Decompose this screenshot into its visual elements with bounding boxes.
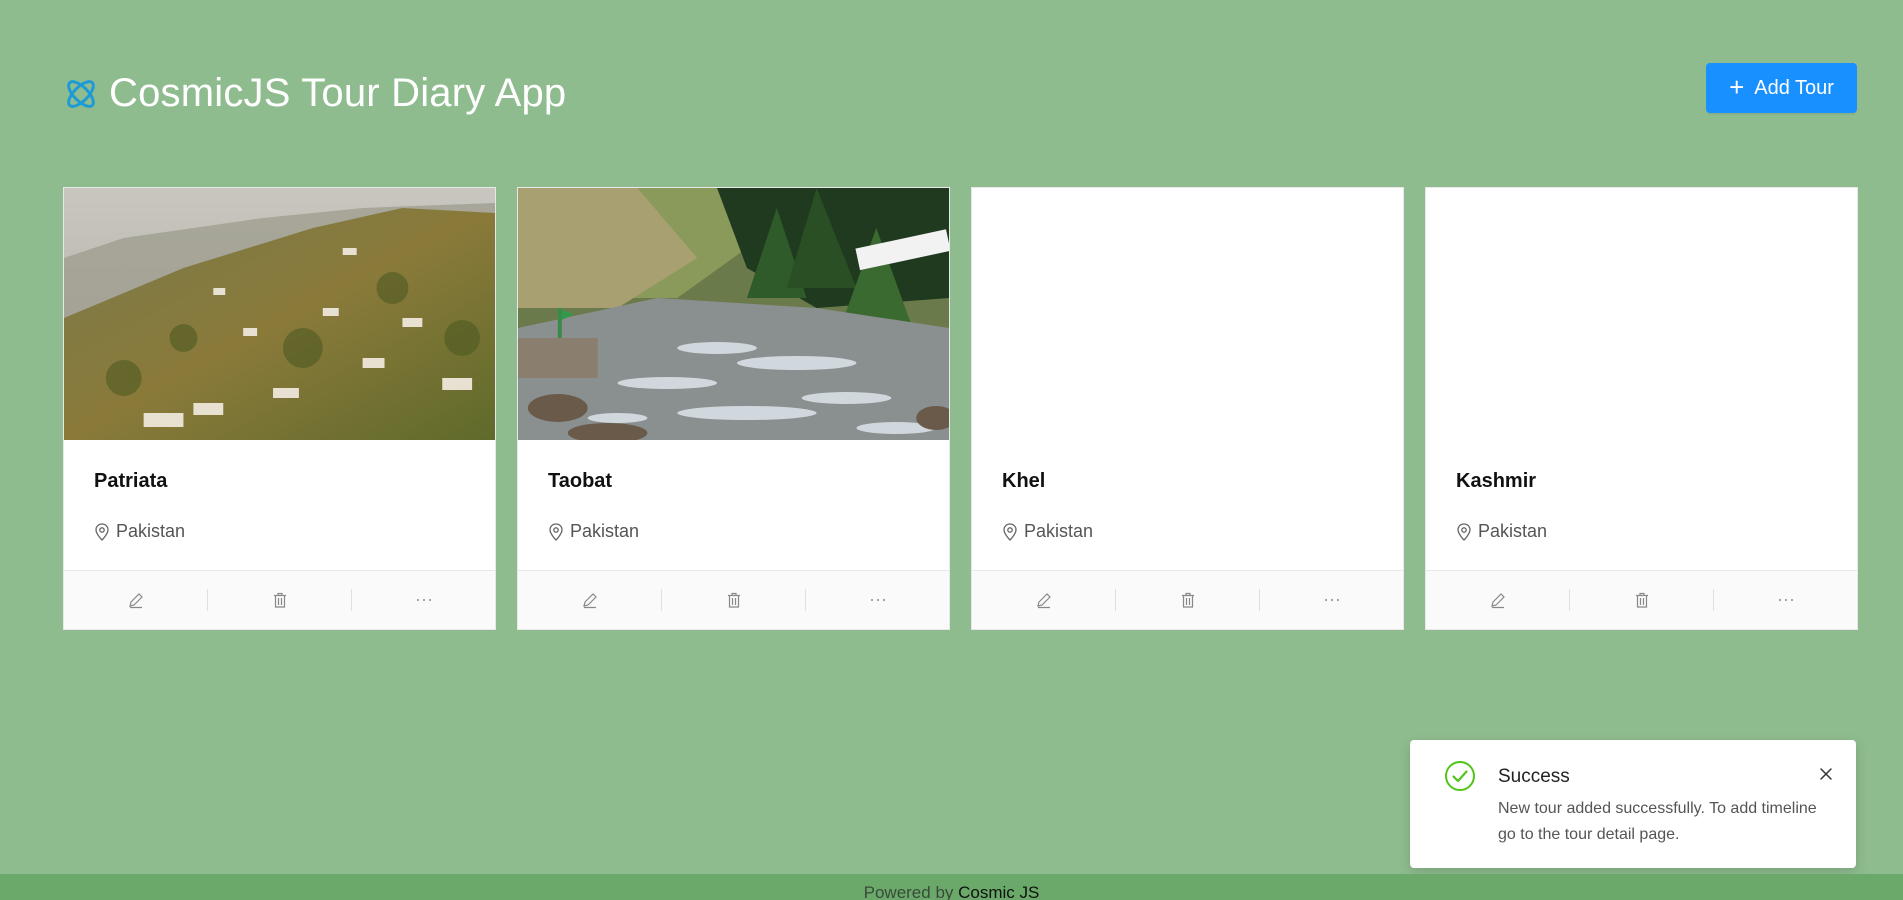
tour-card[interactable]: Taobat Pakistan bbox=[517, 187, 950, 630]
tour-title[interactable]: Kashmir bbox=[1456, 470, 1827, 493]
tour-location-text: Pakistan bbox=[1024, 521, 1094, 541]
app-footer: Powered by Cosmic JS bbox=[0, 874, 1903, 900]
tour-cover-image bbox=[518, 188, 949, 440]
tour-card[interactable]: Khel Pakistan bbox=[971, 187, 1404, 630]
card-actions bbox=[1426, 570, 1857, 629]
more-button[interactable] bbox=[1713, 589, 1857, 611]
card-actions bbox=[972, 570, 1403, 629]
tour-location-text: Pakistan bbox=[116, 521, 186, 541]
card-actions bbox=[64, 570, 495, 629]
notification-title: Success bbox=[1498, 766, 1570, 787]
delete-button[interactable] bbox=[1569, 589, 1713, 611]
app-title: CosmicJS Tour Diary App bbox=[109, 71, 567, 115]
tour-location-text: Pakistan bbox=[1478, 521, 1548, 541]
success-notification: Success New tour added successfully. To … bbox=[1410, 740, 1856, 868]
map-pin-icon bbox=[549, 522, 563, 541]
map-pin-icon bbox=[95, 522, 109, 541]
tour-card-body: Kashmir Pakistan bbox=[1426, 440, 1857, 570]
more-button[interactable] bbox=[805, 589, 949, 611]
edit-button[interactable] bbox=[64, 589, 207, 611]
tour-card-body: Khel Pakistan bbox=[972, 440, 1403, 570]
edit-button[interactable] bbox=[972, 589, 1115, 611]
add-tour-label: Add Tour bbox=[1754, 76, 1834, 99]
tour-location: Pakistan bbox=[1002, 521, 1373, 542]
tour-card[interactable]: Kashmir Pakistan bbox=[1425, 187, 1858, 630]
tour-card[interactable]: Patriata Pakistan bbox=[63, 187, 496, 630]
delete-icon bbox=[1181, 592, 1194, 608]
edit-button[interactable] bbox=[1426, 589, 1569, 611]
edit-icon bbox=[128, 593, 143, 609]
ellipsis-icon bbox=[870, 599, 885, 601]
delete-icon bbox=[273, 592, 286, 608]
brand: CosmicJS Tour Diary App bbox=[63, 71, 566, 116]
tour-location-text: Pakistan bbox=[570, 521, 640, 541]
tour-card-body: Patriata Pakistan bbox=[64, 440, 495, 570]
tour-cover-placeholder bbox=[972, 188, 1403, 440]
edit-button[interactable] bbox=[518, 589, 661, 611]
edit-icon bbox=[1490, 593, 1505, 609]
edit-icon bbox=[582, 593, 597, 609]
tour-title[interactable]: Patriata bbox=[94, 470, 465, 493]
ellipsis-icon bbox=[416, 599, 431, 601]
tour-title[interactable]: Taobat bbox=[548, 470, 919, 493]
tour-cover-placeholder bbox=[1426, 188, 1857, 440]
add-tour-button[interactable]: + Add Tour bbox=[1706, 63, 1857, 113]
tour-title[interactable]: Khel bbox=[1002, 470, 1373, 493]
tour-card-body: Taobat Pakistan bbox=[518, 440, 949, 570]
check-circle-icon bbox=[1445, 761, 1475, 791]
tour-location: Pakistan bbox=[548, 521, 919, 542]
delete-button[interactable] bbox=[207, 589, 351, 611]
delete-button[interactable] bbox=[661, 589, 805, 611]
delete-icon bbox=[1635, 592, 1648, 608]
edit-icon bbox=[1036, 593, 1051, 609]
delete-icon bbox=[727, 592, 740, 608]
notification-message: New tour added successfully. To add time… bbox=[1498, 800, 1817, 843]
cosmicjs-link[interactable]: Cosmic JS bbox=[958, 883, 1039, 900]
card-actions bbox=[518, 570, 949, 629]
tour-cover-image bbox=[64, 188, 495, 440]
plus-icon: + bbox=[1729, 72, 1745, 102]
tour-location: Pakistan bbox=[1456, 521, 1827, 542]
more-button[interactable] bbox=[1259, 589, 1403, 611]
map-pin-icon bbox=[1003, 522, 1017, 541]
app-header: CosmicJS Tour Diary App + Add Tour bbox=[63, 63, 1857, 123]
ellipsis-icon bbox=[1778, 599, 1793, 601]
tour-location: Pakistan bbox=[94, 521, 465, 542]
close-icon[interactable] bbox=[1818, 766, 1834, 782]
footer-prefix: Powered by bbox=[863, 883, 954, 900]
tour-card-list: Patriata Pakistan Taobat Pakistan Khel P… bbox=[63, 187, 1858, 630]
delete-button[interactable] bbox=[1115, 589, 1259, 611]
map-pin-icon bbox=[1457, 522, 1471, 541]
ellipsis-icon bbox=[1324, 599, 1339, 601]
cosmicjs-logo-icon bbox=[67, 79, 95, 108]
more-button[interactable] bbox=[351, 589, 495, 611]
